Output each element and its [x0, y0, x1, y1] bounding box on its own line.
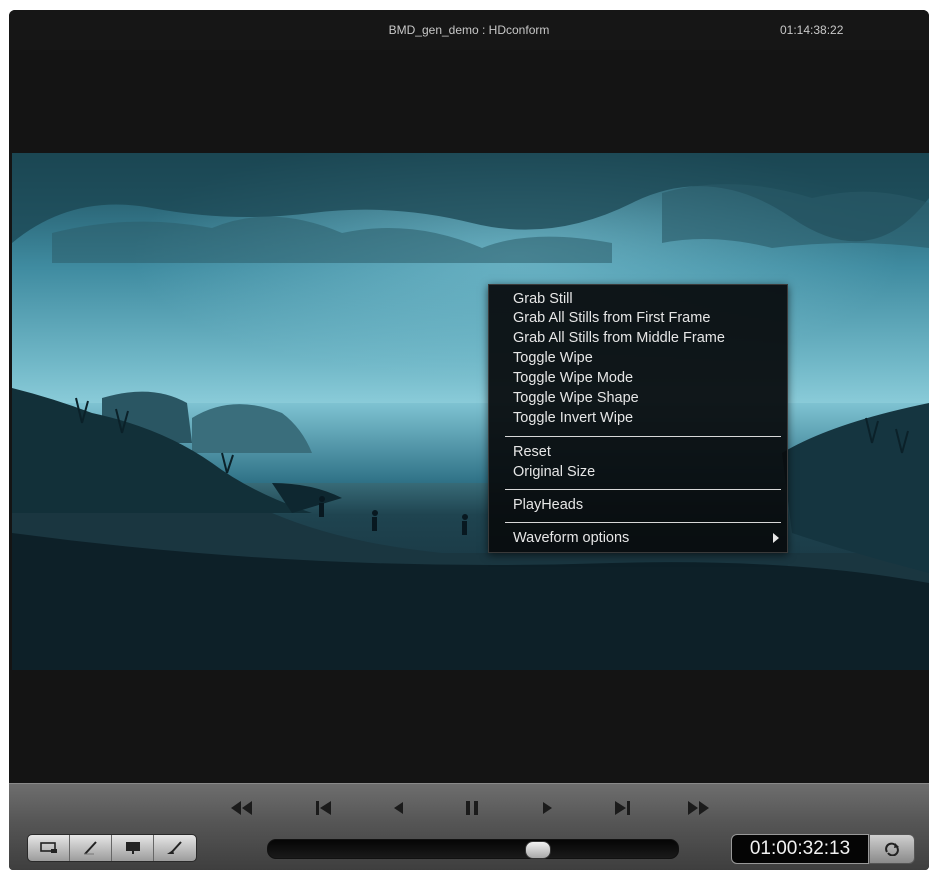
pen-icon[interactable]: [70, 835, 112, 861]
submenu-arrow-icon: [773, 533, 779, 543]
viewer-panel: BMD_gen_demo : HDconform 01:14:38:22 Gra…: [9, 10, 929, 870]
playhead-knob[interactable]: [525, 841, 551, 859]
pause-icon[interactable]: [459, 799, 485, 817]
video-frame[interactable]: [12, 153, 929, 670]
brush-icon[interactable]: [154, 835, 195, 861]
menu-item-toggle-invert-wipe[interactable]: Toggle Invert Wipe: [513, 409, 633, 427]
menu-item-playheads[interactable]: PlayHeads: [513, 496, 583, 514]
menu-item-waveform-options[interactable]: Waveform options: [513, 529, 629, 547]
menu-separator: [505, 489, 781, 490]
jump-to-end-icon[interactable]: [609, 799, 635, 817]
menu-item-grab-all-middle-frame[interactable]: Grab All Stills from Middle Frame: [513, 329, 725, 347]
play-icon[interactable]: [534, 799, 560, 817]
context-menu: Grab Still Grab All Stills from First Fr…: [488, 284, 788, 553]
viewer-header: BMD_gen_demo : HDconform 01:14:38:22: [9, 10, 929, 50]
record-timecode: 01:00:32:13: [731, 834, 869, 864]
menu-item-toggle-wipe-shape[interactable]: Toggle Wipe Shape: [513, 389, 639, 407]
monitor-icon[interactable]: [112, 835, 154, 861]
viewer-tools: [27, 834, 197, 862]
landscape-image: [12, 153, 929, 670]
menu-separator: [505, 522, 781, 523]
menu-separator: [505, 436, 781, 437]
viewer-icon[interactable]: [28, 835, 70, 861]
menu-item-original-size[interactable]: Original Size: [513, 463, 595, 481]
rewind-icon[interactable]: [228, 799, 254, 817]
loop-icon[interactable]: [869, 834, 915, 864]
menu-item-grab-all-first-frame[interactable]: Grab All Stills from First Frame: [513, 309, 710, 327]
jump-to-start-icon[interactable]: [311, 799, 337, 817]
menu-item-toggle-wipe[interactable]: Toggle Wipe: [513, 349, 593, 367]
scrub-bar[interactable]: [267, 839, 679, 859]
menu-item-toggle-wipe-mode[interactable]: Toggle Wipe Mode: [513, 369, 633, 387]
transport-bar: 01:00:32:13: [9, 783, 929, 870]
play-reverse-icon[interactable]: [386, 799, 412, 817]
menu-item-grab-still[interactable]: Grab Still: [513, 290, 573, 308]
source-timecode: 01:14:38:22: [780, 23, 844, 37]
menu-item-reset[interactable]: Reset: [513, 443, 551, 461]
fast-forward-icon[interactable]: [686, 799, 712, 817]
